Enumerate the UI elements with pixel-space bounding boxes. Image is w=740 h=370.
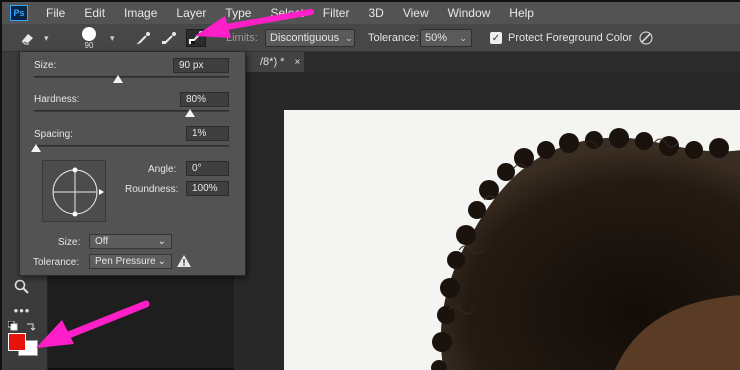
sampling-once-button[interactable] [160,24,180,52]
photoshop-logo: Ps [10,5,28,21]
tolerance-input[interactable]: 50% ⌄ [420,24,472,52]
close-icon[interactable]: × [294,57,300,68]
size-slider-track[interactable] [34,76,229,78]
brush-settings-popover: Size: 90 px Hardness: 80% Spacing: 1% An… [19,51,246,276]
angle-input[interactable]: 0° [186,161,229,176]
default-colors-icon [8,321,18,331]
chevron-down-icon: ⌄ [157,236,166,247]
size-control-label: Size: [58,237,81,248]
tolerance-control-select[interactable]: Pen Pressure ⌄ [89,254,172,269]
size-input[interactable]: 90 px [173,58,229,73]
menu-help[interactable]: Help [509,6,534,20]
pressure-size-button[interactable] [636,24,656,52]
sampling-continuous-button[interactable] [134,24,154,52]
spacing-slider-track[interactable] [34,145,229,147]
hardness-label: Hardness: [34,94,80,105]
tolerance-control-label: Tolerance: [33,257,80,268]
hardness-slider-thumb[interactable] [185,109,195,117]
chevron-down-icon: ⌄ [345,32,353,43]
portrait-photo [431,128,740,370]
hardness-slider-track[interactable] [34,110,229,112]
document-image[interactable] [284,110,740,370]
brush-size-value: 90 [84,40,94,50]
annotation-arrow-bottom [36,300,150,348]
eyedropper-continuous-icon [134,29,154,47]
chevron-down-icon: ⌄ [459,32,467,43]
menu-3d[interactable]: 3D [368,6,383,20]
checkbox-checked-icon: ✓ [490,32,502,44]
chevron-down-icon: ▾ [44,32,49,43]
angle-roundness-widget[interactable] [42,160,106,222]
eraser-icon [18,29,38,47]
foreground-color-swatch[interactable] [8,333,26,351]
document-tab-title: /8*) * [260,56,285,68]
annotation-arrow-top [195,9,314,38]
magnifier-icon [14,279,29,294]
document-tab-bar: /8*) * × [234,52,740,72]
angle-label: Angle: [148,164,177,175]
warning-icon [177,255,191,267]
tool-preset-picker[interactable]: ▾ [18,24,49,52]
spacing-label: Spacing: [34,129,73,140]
roundness-label: Roundness: [125,184,179,195]
size-control-select[interactable]: Off ⌄ [89,234,172,249]
more-icon: ••• [13,302,31,318]
tolerance-label: Tolerance: [368,32,419,44]
pressure-icon [636,29,656,47]
edit-toolbar-button[interactable]: ••• [10,300,34,320]
menu-edit[interactable]: Edit [84,6,105,20]
protect-foreground-label: Protect Foreground Color [508,32,633,44]
hardness-input[interactable]: 80% [180,92,229,107]
menu-view[interactable]: View [403,6,429,20]
spacing-slider-thumb[interactable] [30,144,41,152]
roundness-input[interactable]: 100% [186,181,229,196]
menu-image[interactable]: Image [124,6,157,20]
spacing-input[interactable]: 1% [186,126,229,141]
eyedropper-once-icon [160,29,180,47]
tolerance-control-value: Pen Pressure [95,256,156,267]
zoom-tool[interactable] [10,277,34,297]
size-control-value: Off [95,236,109,247]
size-slider-thumb[interactable] [112,75,123,83]
menu-bar: Ps File Edit Image Layer Type Select Fil… [2,2,740,24]
brush-preset-icon [82,26,96,41]
brush-preset-picker[interactable]: 90 [70,24,108,52]
menu-filter[interactable]: Filter [323,6,350,20]
size-label: Size: [34,60,57,71]
brush-angle-icon [52,167,104,217]
default-colors-button[interactable] [6,320,20,332]
options-bar: ▾ 90 ▾ Limits: Discontiguous ⌄ Tolerance… [2,24,740,52]
menu-window[interactable]: Window [448,6,491,20]
brush-preset-dropdown[interactable]: ▾ [104,24,115,52]
protect-foreground-checkbox[interactable]: ✓ Protect Foreground Color [490,24,632,52]
chevron-down-icon: ⌄ [157,256,166,267]
menu-file[interactable]: File [46,6,65,20]
tolerance-value: 50% [425,32,448,44]
chevron-down-icon: ▾ [110,32,115,43]
app-window: Ps File Edit Image Layer Type Select Fil… [0,0,740,370]
